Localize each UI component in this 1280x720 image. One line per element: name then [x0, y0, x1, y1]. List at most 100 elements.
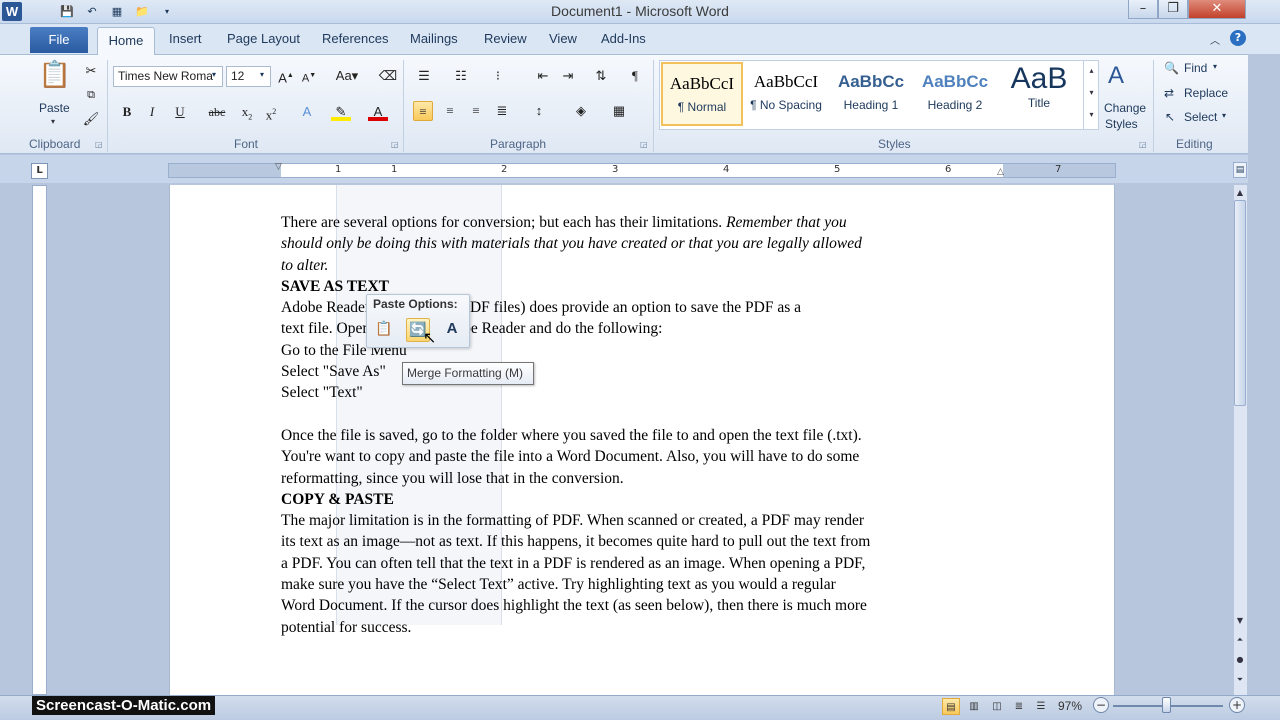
doc-text: The major limitation is in the formattin…: [281, 512, 865, 530]
scrollbar-thumb[interactable]: [1234, 200, 1246, 406]
tab-review[interactable]: Review: [484, 31, 527, 46]
zoom-level[interactable]: 97%: [1058, 699, 1082, 713]
subscript-icon[interactable]: x2: [237, 102, 257, 122]
draft-view-icon[interactable]: ☰: [1032, 698, 1050, 715]
style-title[interactable]: AaB Title: [998, 62, 1080, 126]
strikethrough-icon[interactable]: abc: [207, 102, 227, 122]
browse-object-icon[interactable]: ●: [1234, 654, 1246, 666]
grow-font-icon[interactable]: A▲: [276, 66, 296, 86]
change-styles-label[interactable]: Change: [1104, 101, 1146, 115]
multilevel-list-icon[interactable]: ⁝: [488, 66, 508, 86]
text-effects-icon[interactable]: A: [297, 102, 317, 122]
vertical-ruler[interactable]: [32, 185, 47, 695]
styles-launcher-icon[interactable]: ◲: [1139, 140, 1147, 149]
horizontal-ruler[interactable]: 1 1 2 3 4 5 6 7 ▽ △: [168, 162, 1116, 178]
select-button[interactable]: Select: [1184, 110, 1217, 124]
paragraph-launcher-icon[interactable]: ◲: [640, 140, 648, 149]
font-size-dropdown-icon[interactable]: ▾: [260, 70, 264, 79]
style-normal[interactable]: AaBbCcI ¶ Normal: [661, 62, 743, 126]
outline-view-icon[interactable]: ≣: [1010, 698, 1028, 715]
next-page-icon[interactable]: ⏷: [1234, 674, 1246, 686]
keep-text-only-icon[interactable]: A: [440, 318, 464, 342]
find-dropdown-icon[interactable]: ▾: [1213, 62, 1217, 71]
minimize-ribbon-icon[interactable]: ︿: [1210, 32, 1220, 47]
select-dropdown-icon[interactable]: ▾: [1222, 111, 1226, 120]
font-size-combo[interactable]: 12: [226, 66, 271, 87]
justify-icon[interactable]: ≣: [492, 101, 512, 121]
change-styles-icon[interactable]: A: [1108, 62, 1124, 90]
change-styles-label-2[interactable]: Styles: [1105, 117, 1138, 131]
font-name-dropdown-icon[interactable]: ▾: [212, 70, 216, 79]
change-case-icon[interactable]: Aa▾: [334, 66, 360, 86]
tab-selector[interactable]: L: [31, 163, 48, 179]
keep-source-formatting-icon[interactable]: 📋: [372, 318, 396, 342]
superscript-icon[interactable]: x2: [261, 102, 281, 122]
shrink-font-icon[interactable]: A▼: [299, 66, 319, 86]
cut-icon[interactable]: ✂: [81, 61, 101, 81]
decrease-indent-icon[interactable]: ⇤: [533, 66, 553, 86]
style-heading-1[interactable]: AaBbCc Heading 1: [830, 62, 912, 126]
zoom-slider-thumb[interactable]: [1162, 697, 1171, 713]
show-formatting-marks-icon[interactable]: ¶: [625, 66, 645, 86]
paste-dropdown-icon[interactable]: ▾: [51, 117, 55, 126]
italic-icon[interactable]: I: [142, 102, 162, 122]
numbering-icon[interactable]: ☷: [451, 66, 471, 86]
font-name-combo[interactable]: Times New Roma: [113, 66, 223, 87]
tab-add-ins[interactable]: Add-Ins: [601, 31, 646, 46]
paste-button-label[interactable]: Paste: [39, 101, 70, 115]
style-heading-2[interactable]: AaBbCc Heading 2: [914, 62, 996, 126]
sort-icon[interactable]: ⇅: [591, 66, 611, 86]
find-icon[interactable]: 🔍: [1164, 61, 1179, 75]
previous-page-icon[interactable]: ⏶: [1234, 634, 1246, 646]
print-layout-icon[interactable]: ▤: [942, 698, 960, 715]
zoom-out-icon[interactable]: −: [1093, 697, 1109, 713]
tab-view[interactable]: View: [549, 31, 577, 46]
tab-insert[interactable]: Insert: [169, 31, 202, 46]
font-color-icon[interactable]: A: [368, 102, 388, 121]
full-screen-reading-icon[interactable]: ▥: [965, 698, 983, 715]
style-no-spacing[interactable]: AaBbCcI ¶ No Spacing: [745, 62, 827, 126]
replace-icon[interactable]: ⇄: [1164, 86, 1174, 100]
first-line-indent-marker[interactable]: ▽: [275, 162, 282, 172]
web-layout-icon[interactable]: ◫: [988, 698, 1006, 715]
doc-text: a PDF. You can often tell that the text …: [281, 554, 866, 572]
paste-icon[interactable]: 📋: [38, 60, 72, 96]
clear-formatting-icon[interactable]: ⌫: [378, 66, 398, 86]
align-left-icon[interactable]: ≡: [413, 101, 433, 121]
tab-mailings[interactable]: Mailings: [410, 31, 458, 46]
find-button[interactable]: Find: [1184, 61, 1207, 75]
bullets-icon[interactable]: ☰: [414, 66, 434, 86]
doc-text: You're want to copy and paste the file i…: [281, 448, 860, 466]
highlight-color-icon[interactable]: ✎: [331, 102, 351, 121]
right-indent-marker[interactable]: △: [997, 167, 1004, 177]
increase-indent-icon[interactable]: ⇥: [558, 66, 578, 86]
tab-home[interactable]: Home: [97, 27, 155, 55]
align-right-icon[interactable]: ≡: [466, 101, 486, 121]
font-launcher-icon[interactable]: ◲: [391, 140, 399, 149]
line-spacing-icon[interactable]: ↕: [529, 101, 549, 121]
bold-icon[interactable]: B: [117, 102, 137, 122]
close-button[interactable]: ✕: [1188, 0, 1246, 19]
scroll-down-icon[interactable]: ▼: [1234, 615, 1246, 627]
minimize-button[interactable]: –: [1128, 0, 1158, 19]
replace-button[interactable]: Replace: [1184, 86, 1228, 100]
copy-icon[interactable]: ⧉: [81, 85, 101, 105]
gallery-scroll-icon[interactable]: ▴ ▾ ▾: [1083, 60, 1099, 130]
scroll-up-icon[interactable]: ▲: [1234, 187, 1246, 199]
tab-file[interactable]: File: [30, 27, 88, 53]
shading-icon[interactable]: ◈: [571, 101, 591, 121]
help-icon[interactable]: ?: [1230, 30, 1246, 46]
underline-icon[interactable]: U: [170, 102, 190, 122]
view-ruler-icon[interactable]: ▤: [1233, 162, 1247, 178]
restore-button[interactable]: ❐: [1158, 0, 1188, 19]
borders-icon[interactable]: ▦: [609, 101, 629, 121]
zoom-in-icon[interactable]: +: [1229, 697, 1245, 713]
document-body[interactable]: There are several options for conversion…: [281, 212, 991, 638]
tab-references[interactable]: References: [322, 31, 388, 46]
doc-text: Word Document. If the cursor does highli…: [281, 597, 867, 615]
tab-page-layout[interactable]: Page Layout: [227, 31, 300, 46]
align-center-icon[interactable]: ≡: [440, 101, 460, 121]
format-painter-icon[interactable]: 🖌: [81, 109, 101, 129]
select-icon[interactable]: ↖: [1165, 110, 1175, 124]
clipboard-launcher-icon[interactable]: ◲: [95, 140, 103, 149]
